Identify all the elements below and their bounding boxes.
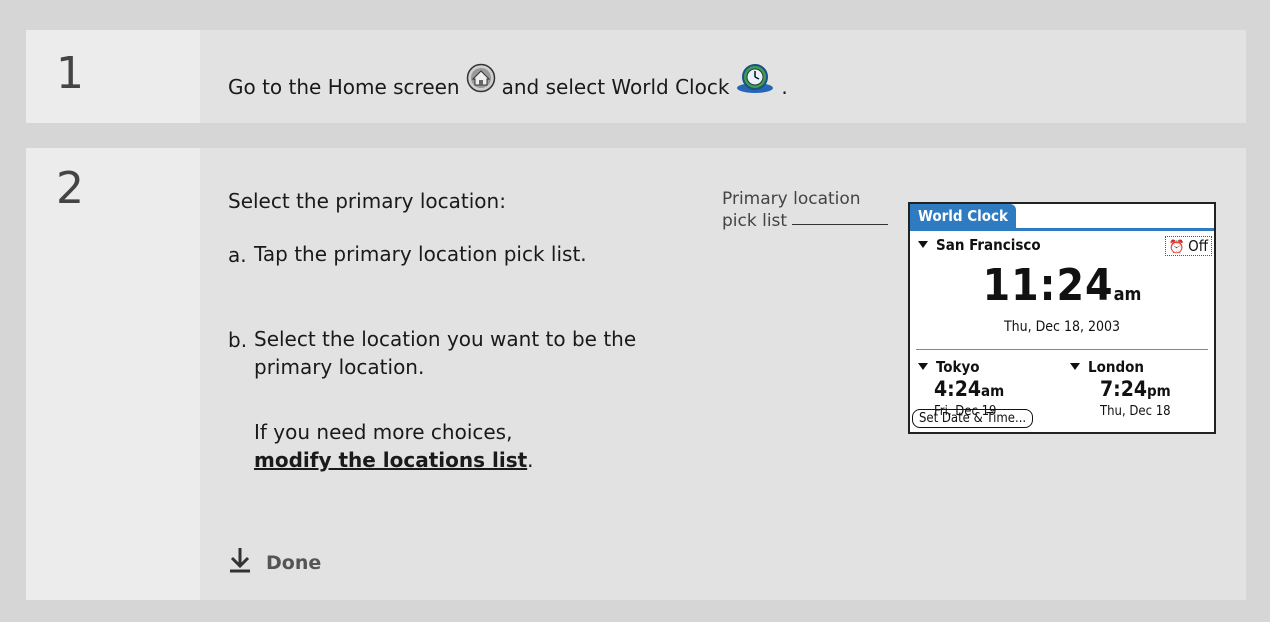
dropdown-triangle-icon bbox=[918, 241, 928, 248]
primary-time: 11:24am bbox=[910, 260, 1214, 311]
more-choices-note: If you need more choices, modify the loc… bbox=[254, 418, 534, 474]
secondary-time-ampm: pm bbox=[1147, 382, 1171, 400]
secondary-time: 4:24am bbox=[934, 377, 1004, 401]
home-icon bbox=[466, 63, 496, 98]
step-1-instruction: Go to the Home screen and select World C… bbox=[228, 63, 788, 105]
dropdown-triangle-icon bbox=[1070, 363, 1080, 370]
modify-locations-link[interactable]: modify the locations list bbox=[254, 448, 527, 472]
step-number: 2 bbox=[56, 163, 84, 214]
step-2-intro: Select the primary location: bbox=[228, 189, 506, 213]
step-1: 1 Go to the Home screen and select World… bbox=[26, 30, 1246, 123]
title-underline bbox=[910, 228, 1214, 231]
set-date-time-button[interactable]: Set Date & Time... bbox=[912, 409, 1034, 428]
primary-time-value: 11:24 bbox=[982, 260, 1114, 311]
list-item: b. Select the location you want to be th… bbox=[228, 327, 648, 381]
secondary-location-picker[interactable]: Tokyo bbox=[918, 358, 980, 376]
step-number: 1 bbox=[56, 48, 84, 99]
item-text: Tap the primary location pick list. bbox=[254, 242, 587, 266]
dropdown-triangle-icon bbox=[918, 363, 928, 370]
list-item: a. Tap the primary location pick list. bbox=[228, 242, 648, 268]
item-marker: a. bbox=[228, 243, 247, 267]
instruction-text: and select World Clock bbox=[501, 74, 730, 99]
secondary-time-value: 4:24 bbox=[934, 377, 981, 401]
alarm-status: Off bbox=[1188, 237, 1208, 255]
callout-line: Primary location bbox=[722, 189, 861, 209]
done-label: Done bbox=[266, 551, 322, 574]
primary-location-callout: Primary location pick list bbox=[722, 188, 861, 232]
primary-location-picker[interactable]: San Francisco bbox=[918, 236, 1041, 254]
done-arrow-icon bbox=[228, 546, 252, 579]
primary-location-label: San Francisco bbox=[936, 236, 1041, 254]
secondary-time-ampm: am bbox=[981, 382, 1005, 400]
alarm-toggle[interactable]: ⏰ Off bbox=[1164, 236, 1212, 256]
divider bbox=[916, 349, 1208, 350]
secondary-location-label: Tokyo bbox=[936, 358, 980, 376]
item-marker: b. bbox=[228, 328, 248, 352]
primary-date: Thu, Dec 18, 2003 bbox=[1003, 319, 1121, 335]
primary-time-ampm: am bbox=[1113, 284, 1142, 305]
alarm-clock-icon: ⏰ bbox=[1168, 240, 1186, 255]
secondary-location-picker[interactable]: London bbox=[1070, 358, 1144, 376]
callout-line: pick list bbox=[722, 211, 788, 231]
item-text: Select the location you want to be the p… bbox=[254, 327, 637, 379]
secondary-location-label: London bbox=[1088, 358, 1145, 376]
secondary-time-value: 7:24 bbox=[1100, 377, 1147, 401]
step-number-panel: 2 bbox=[26, 148, 200, 600]
instruction-text: . bbox=[781, 74, 788, 99]
secondary-time: 7:24pm bbox=[1100, 377, 1171, 401]
instruction-text: Go to the Home screen bbox=[228, 74, 460, 99]
step-body: Select the primary location: a. Tap the … bbox=[200, 148, 1246, 600]
step-number-panel: 1 bbox=[26, 30, 200, 123]
note-text: If you need more choices, bbox=[254, 420, 513, 444]
done-indicator: Done bbox=[228, 546, 321, 579]
step-2: 2 Select the primary location: a. Tap th… bbox=[26, 148, 1246, 600]
world-clock-screenshot: World Clock San Francisco ⏰ Off 11:24am T… bbox=[908, 202, 1216, 434]
app-title-tab: World Clock bbox=[910, 204, 1017, 228]
callout-leader-line bbox=[792, 224, 888, 225]
link-suffix: . bbox=[527, 448, 534, 472]
step-body: Go to the Home screen and select World C… bbox=[200, 30, 1246, 123]
world-clock-icon bbox=[735, 62, 775, 99]
secondary-date: Thu, Dec 18 bbox=[1100, 404, 1171, 419]
